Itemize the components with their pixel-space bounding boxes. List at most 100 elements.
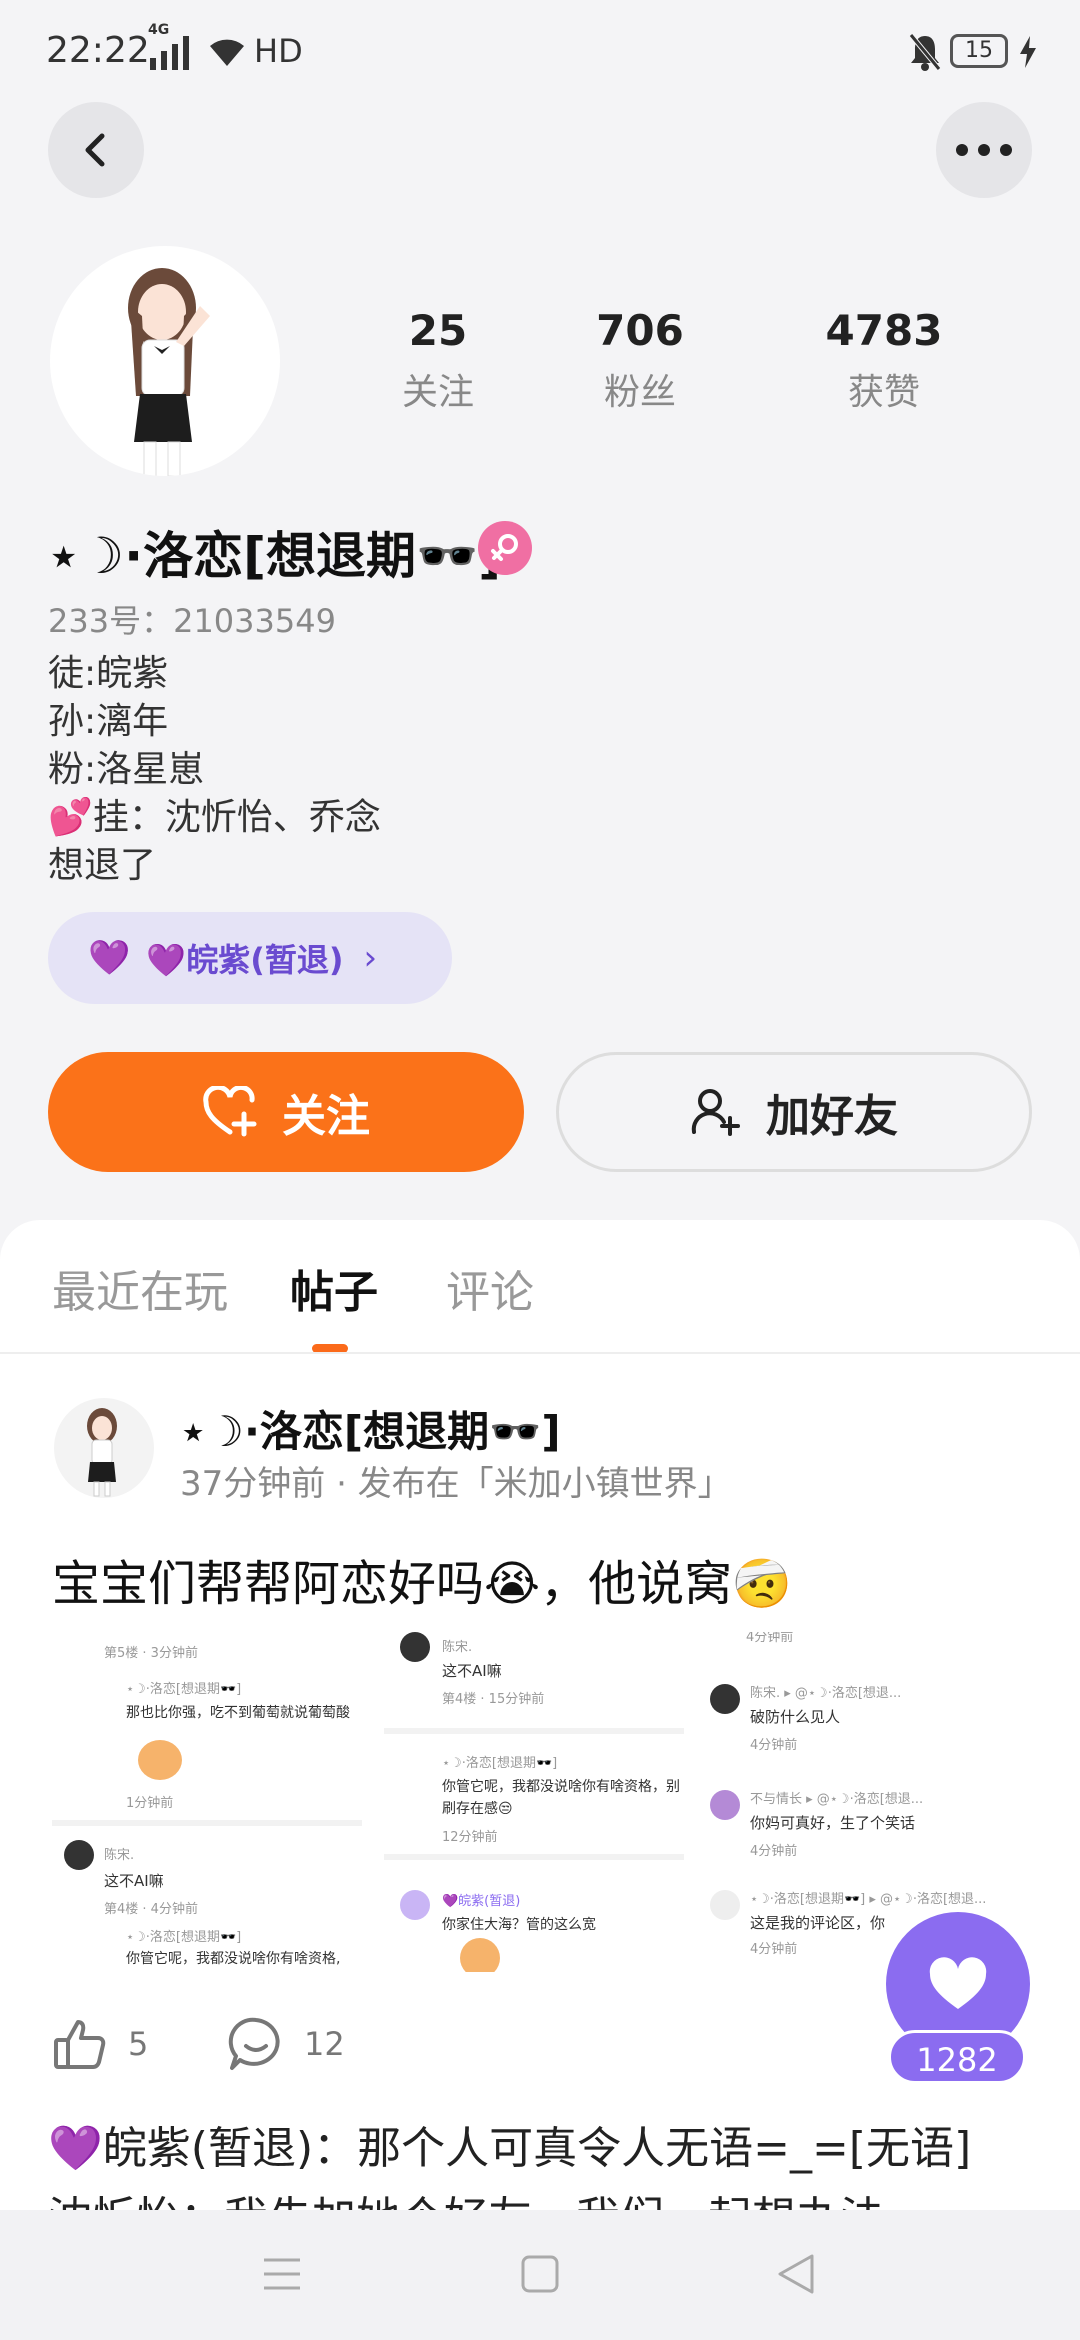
- divider: [0, 1352, 1080, 1354]
- back-button[interactable]: [48, 102, 144, 198]
- image-text: 刷存在感😒: [442, 1801, 513, 1817]
- image-text: 4分钟前: [746, 1632, 794, 1645]
- menu-icon[interactable]: [262, 2256, 302, 2292]
- guild-chip[interactable]: 💜 💜皖紫(暂退) ›: [48, 912, 452, 1004]
- image-text: ⋆☽·洛恋[想退期🕶️]: [126, 1682, 242, 1697]
- avatar: [400, 1890, 430, 1920]
- image-text: ⋆☽·洛恋[想退期🕶️]: [442, 1756, 558, 1771]
- bio-line: 💕挂：沈忻怡、乔念: [48, 797, 381, 838]
- stat-label: 粉丝: [603, 372, 676, 413]
- like-count: 5: [128, 2025, 149, 2063]
- image-text: 陈宋.: [442, 1640, 473, 1655]
- guild-chip-label: 💜皖紫(暂退): [146, 941, 344, 979]
- divider: [384, 1854, 684, 1860]
- hd-indicator: HD: [254, 32, 303, 70]
- bio-line: 孙:漓年: [48, 701, 169, 742]
- divider: [384, 1728, 684, 1734]
- chevron-left-icon: [85, 133, 105, 167]
- more-dots-icon: [956, 144, 1012, 156]
- bio-line: 粉:洛星崽: [48, 749, 205, 790]
- image-text: 4分钟前: [750, 1844, 798, 1859]
- avatar: [400, 1632, 430, 1662]
- image-text: 你家住大海？管的这么宽: [442, 1917, 596, 1933]
- comment-bubble-icon: [228, 2017, 280, 2070]
- follow-button[interactable]: 关注: [48, 1052, 524, 1172]
- charging-icon: [1020, 36, 1036, 68]
- comment-button[interactable]: 12: [228, 2016, 345, 2072]
- tab-posts[interactable]: 帖子: [290, 1256, 378, 1320]
- profile-bio: 徒:皖紫 孙:漓年 粉:洛星崽 💕挂：沈忻怡、乔念 想退了: [48, 650, 381, 890]
- image-text: ⋆☽·洛恋[想退期🕶️] ▸ @⋆☽·洛恋[想退...: [750, 1892, 987, 1907]
- system-navigation-bar: [0, 2210, 1080, 2340]
- image-text: 这不AI嘛: [442, 1662, 502, 1680]
- stat-value: 25: [408, 306, 468, 355]
- add-friend-button[interactable]: 加好友: [556, 1052, 1032, 1172]
- like-button[interactable]: 5: [52, 2016, 148, 2072]
- avatar: [710, 1684, 740, 1714]
- add-friend-label: 加好友: [766, 1091, 898, 1142]
- back-triangle-icon[interactable]: [776, 2252, 816, 2296]
- stat-followers[interactable]: 706 粉丝: [540, 306, 740, 415]
- image-text: 陈宋. ▸ @⋆☽·洛恋[想退...: [750, 1686, 902, 1701]
- heart-icon: [929, 1957, 987, 2009]
- image-text: 破防什么见人: [750, 1708, 841, 1726]
- stat-likes-received[interactable]: 4783 获赞: [784, 306, 984, 415]
- battery-indicator: 15: [950, 34, 1008, 68]
- stat-label: 关注: [401, 372, 474, 413]
- bio-line: 徒:皖紫: [48, 653, 169, 694]
- heart-plus-icon: [203, 1086, 257, 1137]
- mute-bell-icon: [909, 33, 941, 71]
- image-text: 那也比你强，吃不到葡萄就说葡萄酸: [126, 1705, 350, 1721]
- profile-avatar[interactable]: [50, 246, 280, 476]
- profile-nickname: ⋆☽·洛恋[想退期🕶️]: [48, 527, 502, 585]
- image-text: 12分钟前: [442, 1830, 498, 1845]
- image-text: 第4楼 · 15分钟前: [442, 1692, 545, 1707]
- image-text: 你妈可真好，生了个笑话: [750, 1814, 916, 1832]
- post-text: 宝宝们帮帮阿恋好吗😭，他说窝🤕: [52, 1556, 792, 1612]
- chevron-right-icon: ›: [363, 938, 378, 978]
- more-options-button[interactable]: [936, 102, 1032, 198]
- sticker-image: [460, 1938, 500, 1972]
- post-image[interactable]: 第5楼 · 3分钟前 ⋆☽·洛恋[想退期🕶️] 那也比你强，吃不到葡萄就说葡萄酸…: [52, 1632, 362, 1972]
- comment-preview-line[interactable]: 💜皖紫(暂退)：那个人可真令人无语=_=[无语]: [48, 2112, 971, 2176]
- image-text: 你管它呢，我都没说啥你有啥资格，别: [442, 1779, 680, 1795]
- heart-badge-icon: 💜: [88, 938, 131, 978]
- post-images[interactable]: 第5楼 · 3分钟前 ⋆☽·洛恋[想退期🕶️] 那也比你强，吃不到葡萄就说葡萄酸…: [52, 1632, 1028, 1972]
- sticker-image: [138, 1740, 182, 1780]
- post-image[interactable]: 陈宋. 这不AI嘛 第4楼 · 15分钟前 ⋆☽·洛恋[想退期🕶️] 你管它呢，…: [384, 1632, 684, 1972]
- avatar-illustration: [128, 268, 210, 476]
- stat-value: 4783: [825, 306, 943, 355]
- stat-label: 获赞: [847, 372, 920, 413]
- add-user-icon: [691, 1089, 740, 1136]
- post-author-avatar[interactable]: [54, 1398, 154, 1498]
- image-text: ⋆☽·洛恋[想退期🕶️]: [126, 1930, 242, 1945]
- avatar-illustration: [87, 1408, 117, 1497]
- post-meta: 37分钟前 · 发布在「米加小镇世界」: [180, 1464, 732, 1504]
- image-text: 1分钟前: [126, 1796, 174, 1811]
- tab-recently-played[interactable]: 最近在玩: [52, 1256, 228, 1320]
- image-text: 陈宋.: [104, 1848, 135, 1863]
- comment-count: 12: [304, 2025, 345, 2063]
- status-bar: 22:22 4G HD 15: [0, 0, 1080, 110]
- user-id: 233号：21033549: [48, 602, 336, 640]
- divider: [52, 1820, 362, 1826]
- avatar: [710, 1790, 740, 1820]
- avatar: [710, 1890, 740, 1920]
- signal-icon: [150, 36, 189, 70]
- follow-button-label: 关注: [282, 1091, 370, 1142]
- image-text: 不与情长 ▸ @⋆☽·洛恋[想退...: [750, 1792, 924, 1807]
- tab-comments[interactable]: 评论: [446, 1256, 534, 1320]
- wifi-icon: [210, 39, 244, 66]
- home-icon[interactable]: [520, 2254, 560, 2294]
- post-author-name[interactable]: ⋆☽·洛恋[想退期🕶️]: [180, 1398, 561, 1459]
- image-text: 你管它呢，我都没说啥你有啥资格,: [126, 1951, 341, 1967]
- image-text: 💜皖紫(暂退): [442, 1894, 521, 1909]
- bio-line: 想退了: [48, 845, 157, 886]
- stat-following[interactable]: 25 关注: [338, 306, 538, 415]
- stat-value: 706: [596, 306, 684, 355]
- image-text: 第4楼 · 4分钟前: [104, 1902, 198, 1917]
- image-text: 这不AI嘛: [104, 1872, 164, 1890]
- status-time: 22:22: [46, 30, 150, 71]
- avatar: [64, 1840, 94, 1870]
- thumbs-up-icon: [54, 2020, 106, 2069]
